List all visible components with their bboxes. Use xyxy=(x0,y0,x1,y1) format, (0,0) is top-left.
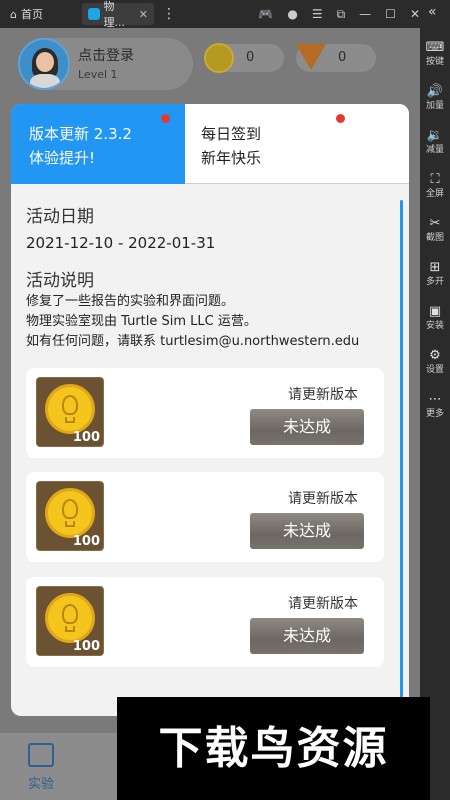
sidebar-item-multi[interactable]: ⊞ 多开 xyxy=(420,260,450,288)
emulator-top-bar: ⌂ 首页 物理... ✕ ⋮ 🎮 ● ☰ ⧉ — ☐ ✕ xyxy=(0,0,450,29)
update-hint: 请更新版本 xyxy=(288,491,358,507)
update-hint: 请更新版本 xyxy=(288,596,358,612)
reward-item: 100 xyxy=(36,377,104,447)
more-vertical-icon[interactable]: ⋮ xyxy=(162,6,176,22)
gem-balance: 0 xyxy=(296,44,376,72)
coin-balance: 0 xyxy=(204,43,284,73)
home-icon: ⌂ xyxy=(10,7,17,21)
sidebar-item-volume-up[interactable]: 🔊 加量 xyxy=(420,84,450,112)
minimize-icon[interactable]: — xyxy=(359,7,371,21)
collapse-sidebar-icon[interactable]: « xyxy=(428,4,437,20)
modal-content: 活动日期 2021-12-10 - 2022-01-31 活动说明 修复了一些报… xyxy=(11,184,409,716)
sidebar-item-volume-down[interactable]: 🔉 减量 xyxy=(420,128,450,156)
reward-quantity: 100 xyxy=(72,430,100,445)
lightbulb-coin-icon xyxy=(45,384,95,434)
sidebar-item-install[interactable]: ▣ 安装 xyxy=(420,304,450,332)
multi-instance-icon: ⊞ xyxy=(429,260,441,275)
coin-icon xyxy=(204,43,234,73)
account-icon[interactable]: ● xyxy=(287,7,297,21)
reward-quantity: 100 xyxy=(72,534,100,549)
sidebar-item-more[interactable]: ⋯ 更多 xyxy=(420,392,450,420)
reward-card: 100 请更新版本 未达成 xyxy=(26,368,384,458)
apk-install-icon: ▣ xyxy=(428,304,442,319)
date-heading: 活动日期 xyxy=(26,207,94,227)
close-window-icon[interactable]: ✕ xyxy=(410,7,420,21)
lightbulb-coin-icon xyxy=(45,488,95,538)
description-text: 修复了一些报告的实验和界面问题。 物理实验室现由 Turtle Sim LLC … xyxy=(26,294,360,349)
sidebar-item-screenshot[interactable]: ✂ 截图 xyxy=(420,216,450,244)
close-tab-icon[interactable]: ✕ xyxy=(139,8,148,21)
home-tab-label: 首页 xyxy=(20,8,43,21)
settings-gear-icon: ⚙ xyxy=(429,348,441,363)
reward-quantity: 100 xyxy=(72,639,100,654)
maximize-icon[interactable]: ☐ xyxy=(385,7,396,21)
app-tab[interactable]: 物理... ✕ xyxy=(82,0,154,29)
gamepad-icon[interactable]: 🎮 xyxy=(258,7,273,21)
update-hint: 请更新版本 xyxy=(288,387,358,403)
modal-tabs: 版本更新 2.3.2 体验提升! 每日签到 新年快乐 xyxy=(11,104,409,184)
reward-card: 100 请更新版本 未达成 xyxy=(26,577,384,667)
app-tab-label: 物理... xyxy=(103,0,126,29)
popout-icon[interactable]: ⧉ xyxy=(337,7,346,22)
not-achieved-button[interactable]: 未达成 xyxy=(250,618,364,654)
experiment-tab-icon[interactable] xyxy=(28,743,54,767)
notification-dot xyxy=(336,114,345,123)
tab-version-update[interactable]: 版本更新 2.3.2 体验提升! xyxy=(11,104,185,184)
event-modal: 版本更新 2.3.2 体验提升! 每日签到 新年快乐 活动日期 2021-12-… xyxy=(11,104,409,716)
sidebar-item-fullscreen[interactable]: ⛶ 全屏 xyxy=(420,172,450,200)
volume-down-icon: 🔉 xyxy=(426,128,444,143)
date-range: 2021-12-10 - 2022-01-31 xyxy=(26,234,216,252)
notification-dot xyxy=(161,114,170,123)
sidebar-item-keys[interactable]: ⌨ 按键 xyxy=(420,40,450,68)
tab-daily-checkin[interactable]: 每日签到 新年快乐 xyxy=(185,104,409,184)
fullscreen-icon: ⛶ xyxy=(430,172,440,187)
lightbulb-coin-icon xyxy=(45,593,95,643)
login-text[interactable]: 点击登录 xyxy=(78,45,134,65)
not-achieved-button[interactable]: 未达成 xyxy=(250,409,364,445)
menu-icon[interactable]: ☰ xyxy=(312,7,323,21)
app-icon xyxy=(88,8,100,20)
reward-item: 100 xyxy=(36,586,104,656)
scissors-icon: ✂ xyxy=(429,216,441,231)
scrollbar[interactable] xyxy=(400,200,403,710)
emulator-sidebar: « ⌨ 按键 🔊 加量 🔉 减量 ⛶ 全屏 ✂ 截图 ⊞ 多开 ▣ 安装 ⚙ 设… xyxy=(420,0,450,800)
gem-icon xyxy=(296,44,326,70)
avatar[interactable] xyxy=(18,38,70,90)
home-tab[interactable]: ⌂ 首页 xyxy=(0,0,80,28)
level-text: Level 1 xyxy=(78,68,118,81)
description-heading: 活动说明 xyxy=(26,271,94,291)
not-achieved-button[interactable]: 未达成 xyxy=(250,513,364,549)
watermark-banner: 下载鸟资源 xyxy=(117,697,430,800)
reward-item: 100 xyxy=(36,481,104,551)
reward-card: 100 请更新版本 未达成 xyxy=(26,472,384,562)
experiment-tab-label[interactable]: 实验 xyxy=(28,773,54,792)
sidebar-item-settings[interactable]: ⚙ 设置 xyxy=(420,348,450,376)
window-controls: 🎮 ● ☰ ⧉ — ☐ ✕ xyxy=(258,0,420,28)
profile-card[interactable]: 点击登录 Level 1 xyxy=(18,38,193,90)
keyboard-icon: ⌨ xyxy=(425,40,445,55)
more-icon: ⋯ xyxy=(428,392,442,407)
volume-up-icon: 🔊 xyxy=(426,84,444,99)
